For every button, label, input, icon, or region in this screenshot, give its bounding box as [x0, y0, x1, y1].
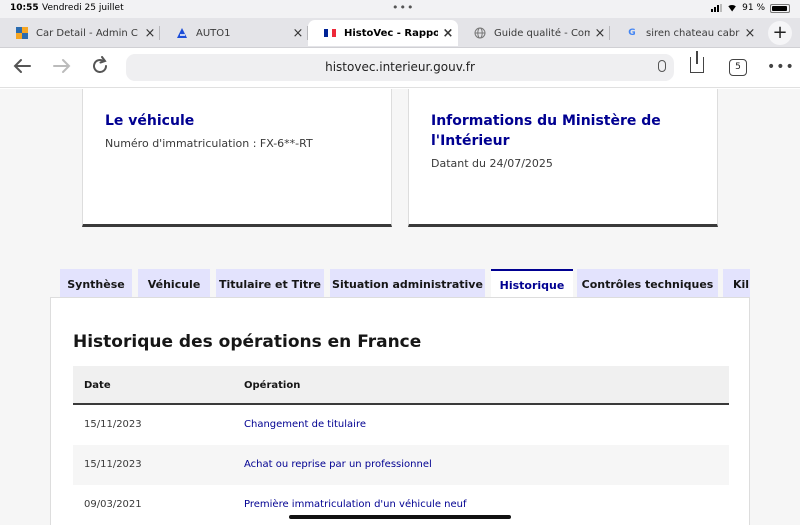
home-indicator[interactable]	[289, 515, 511, 519]
battery-percent: 91 %	[742, 3, 765, 13]
registration-number: Numéro d'immatriculation : FX-6**-RT	[105, 137, 313, 150]
report-tabs: Synthèse Véhicule Titulaire et Titre Sit…	[60, 269, 750, 299]
signal-icon	[711, 4, 723, 12]
tab-situation-administrative[interactable]: Situation administrative	[330, 269, 485, 299]
table-row: 15/11/2023 Achat ou reprise par un profe…	[73, 445, 729, 485]
row-date: 15/11/2023	[84, 419, 142, 430]
browser-tab-auto1[interactable]: AUTO1 ×	[160, 20, 308, 46]
browser-tab-guide-qualite[interactable]: Guide qualité - Com ×	[458, 20, 610, 46]
row-date: 15/11/2023	[84, 459, 142, 470]
tab-titulaire[interactable]: Titulaire et Titre	[216, 269, 324, 299]
browser-tab-title: Car Detail - Admin C	[36, 27, 138, 39]
car-detail-favicon	[16, 27, 28, 39]
tab-kilometrage[interactable]: Kil	[723, 269, 750, 299]
close-tab-icon[interactable]: ×	[590, 26, 610, 41]
tab-vehicule[interactable]: Véhicule	[138, 269, 210, 299]
table-header: Date Opération	[73, 366, 729, 405]
history-table: Date Opération 15/11/2023 Changement de …	[73, 366, 729, 525]
table-row: 15/11/2023 Changement de titulaire	[73, 405, 729, 445]
new-tab-button[interactable]: +	[768, 21, 792, 45]
close-tab-icon[interactable]: ×	[140, 26, 160, 41]
tab-synthese[interactable]: Synthèse	[60, 269, 132, 299]
microphone-icon[interactable]	[658, 60, 666, 72]
status-indicators: 91 %	[711, 3, 790, 13]
ministry-card-title: Informations du Ministère de l'Intérieur	[431, 113, 661, 149]
browser-tab-google[interactable]: G siren chateau cabrie ×	[610, 20, 760, 46]
close-tab-icon[interactable]: ×	[438, 26, 458, 41]
share-icon[interactable]	[690, 51, 704, 73]
globe-favicon	[474, 27, 486, 39]
row-operation-link[interactable]: Première immatriculation d'un véhicule n…	[244, 499, 467, 510]
reload-icon[interactable]	[90, 56, 110, 81]
browser-tab-title: Guide qualité - Com	[494, 27, 590, 39]
browser-tab-title: AUTO1	[196, 27, 231, 39]
close-tab-icon[interactable]: ×	[288, 26, 308, 41]
auto1-favicon	[176, 27, 188, 39]
browser-tab-title: HistoVec - Rapport v	[344, 27, 438, 39]
google-favicon: G	[628, 28, 636, 38]
more-options-icon[interactable]: •••	[767, 59, 795, 75]
tab-controles-techniques[interactable]: Contrôles techniques	[577, 269, 718, 299]
address-bar[interactable]: histovec.interieur.gouv.fr	[126, 54, 674, 81]
column-header-date: Date	[84, 380, 111, 391]
history-title: Historique des opérations en France	[73, 332, 422, 352]
browser-tab-title: siren chateau cabrie	[646, 27, 740, 39]
table-row: 09/03/2021 Première immatriculation d'un…	[73, 485, 729, 525]
vehicle-card: Le véhicule Numéro d'immatriculation : F…	[82, 89, 392, 227]
tab-overview-button[interactable]: 5	[729, 59, 747, 76]
browser-tab-car-detail[interactable]: Car Detail - Admin C ×	[0, 20, 160, 46]
french-flag-favicon	[324, 27, 336, 39]
status-time: 10:55	[10, 3, 39, 13]
multitask-dots[interactable]: •••	[392, 1, 414, 14]
row-operation-link[interactable]: Achat ou reprise par un professionnel	[244, 459, 432, 470]
status-date: Vendredi 25 juillet	[42, 3, 124, 13]
column-header-operation: Opération	[244, 380, 301, 391]
back-arrow-icon[interactable]	[12, 56, 32, 81]
page-content: Le véhicule Numéro d'immatriculation : F…	[0, 89, 800, 525]
row-date: 09/03/2021	[84, 499, 142, 510]
status-bar: 10:55 Vendredi 25 juillet ••• 91 %	[0, 0, 800, 18]
close-tab-icon[interactable]: ×	[740, 26, 760, 41]
battery-icon	[770, 3, 790, 13]
row-operation-link[interactable]: Changement de titulaire	[244, 419, 366, 430]
ministry-card: Informations du Ministère de l'Intérieur…	[408, 89, 718, 227]
browser-tab-bar: Car Detail - Admin C × AUTO1 × HistoVec …	[0, 18, 800, 48]
browser-tab-histovec[interactable]: HistoVec - Rapport v ×	[308, 20, 458, 46]
url-text: histovec.interieur.gouv.fr	[325, 60, 475, 74]
vehicle-card-title: Le véhicule	[105, 113, 195, 129]
wifi-icon	[727, 4, 738, 12]
history-panel: Historique des opérations en France Date…	[50, 297, 750, 525]
address-toolbar: histovec.interieur.gouv.fr 5 •••	[0, 48, 800, 88]
tab-historique[interactable]: Historique	[491, 269, 573, 299]
forward-arrow-icon[interactable]	[52, 56, 72, 81]
ministry-date: Datant du 24/07/2025	[431, 157, 553, 170]
